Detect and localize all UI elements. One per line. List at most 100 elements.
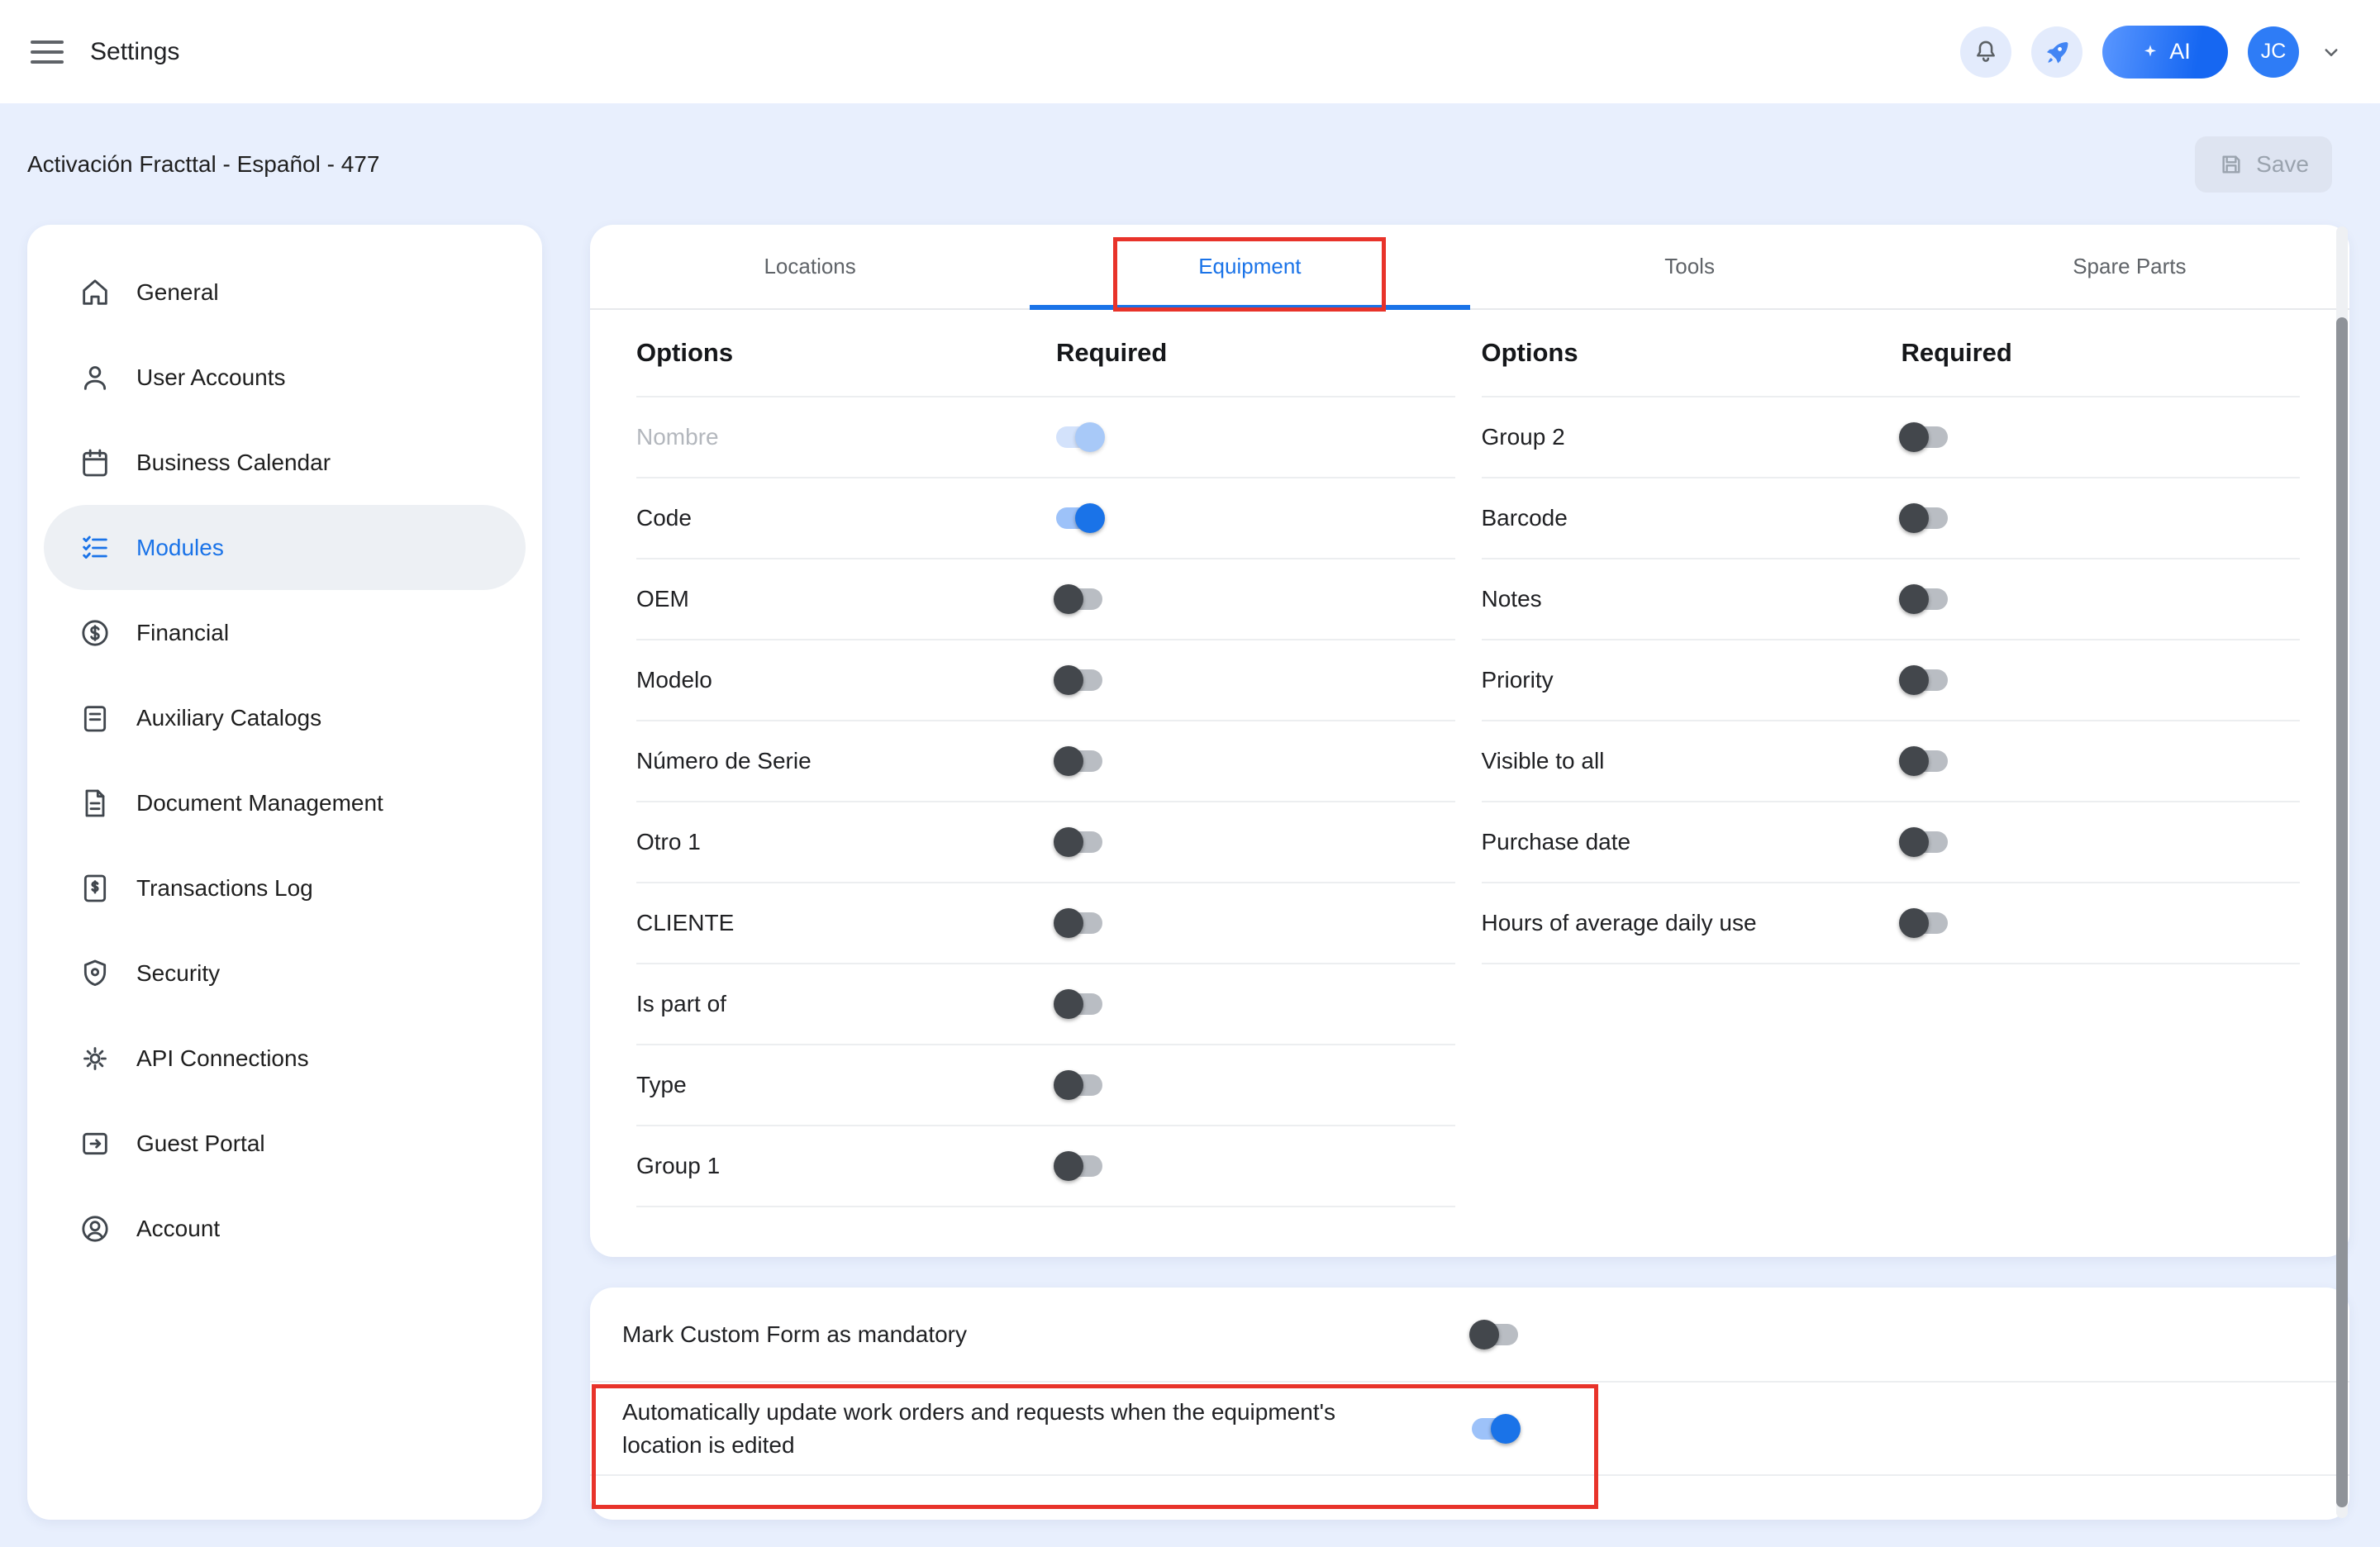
option-row-visible-to-all: Visible to all <box>1482 721 2301 802</box>
ai-button[interactable]: AI <box>2102 26 2228 79</box>
toggle-priority[interactable] <box>1902 669 1948 691</box>
sidebar-item-security[interactable]: Security <box>44 931 526 1016</box>
toggle-group-1[interactable] <box>1056 1155 1102 1177</box>
sidebar-item-auxiliary-catalogs[interactable]: Auxiliary Catalogs <box>44 675 526 760</box>
toggle-nombre[interactable] <box>1056 426 1102 448</box>
toggle-automatically-update-work-orders-and-req[interactable] <box>1472 1418 1518 1440</box>
toggle-code[interactable] <box>1056 507 1102 529</box>
settings-panel: Locations Equipment Tools Spare Parts Optio… <box>590 225 2349 1257</box>
tab-tools[interactable]: Tools <box>1470 225 1910 308</box>
sidebar-item-user-accounts[interactable]: User Accounts <box>44 335 526 420</box>
option-row-oem: OEM <box>636 559 1455 640</box>
toggle-visible-to-all[interactable] <box>1902 750 1948 772</box>
avatar[interactable]: JC <box>2248 26 2299 78</box>
option-rows: NombreCode OEM Modelo Número de Serie Otro 1… <box>636 397 1455 1207</box>
toggle-knob <box>1054 1070 1083 1100</box>
rocket-button[interactable] <box>2031 26 2082 78</box>
toggle-mark-custom-form-as-mandatory[interactable] <box>1472 1324 1518 1345</box>
tab-spare-parts[interactable]: Spare Parts <box>1910 225 2349 308</box>
ai-button-label: AI <box>2169 39 2191 64</box>
catalogs-icon <box>79 702 112 735</box>
option-row-group-2: Group 2 <box>1482 397 2301 478</box>
sidebar-item-label: Transactions Log <box>136 875 313 902</box>
toggle-knob <box>1054 908 1083 938</box>
tab-label: Locations <box>764 254 855 279</box>
toggle-hours-of-average-daily-use[interactable] <box>1902 912 1948 934</box>
toggle-knob <box>1054 989 1083 1019</box>
tab-label: Tools <box>1664 254 1715 279</box>
option-label: CLIENTE <box>636 910 734 936</box>
required-header: Required <box>1056 338 1167 368</box>
option-row-nombre: Nombre <box>636 397 1455 478</box>
toggle-group-2[interactable] <box>1902 426 1948 448</box>
toggle-numero-de-serie[interactable] <box>1056 750 1102 772</box>
option-label: OEM <box>636 586 689 612</box>
options-header: Options <box>636 338 733 368</box>
sidebar-item-transactions-log[interactable]: Transactions Log <box>44 845 526 931</box>
content: General User AccountsBusiness Calendar Mod… <box>0 225 2380 1547</box>
tab-label: Spare Parts <box>2073 254 2186 279</box>
toggle-oem[interactable] <box>1056 588 1102 610</box>
option-row-code: Code <box>636 478 1455 559</box>
footer-row-mark-custom-form-as-mandatory: Mark Custom Form as mandatory <box>590 1288 2349 1383</box>
tab-locations[interactable]: Locations <box>590 225 1030 308</box>
option-row-purchase-date: Purchase date <box>1482 802 2301 883</box>
notifications-button[interactable] <box>1960 26 2011 78</box>
footer-row-label: Mark Custom Form as mandatory <box>622 1318 967 1351</box>
security-icon <box>79 957 112 990</box>
options-column-left: Options Required NombreCode OEM Modelo Número… <box>636 310 1455 1207</box>
sidebar-item-api-connections[interactable]: API Connections <box>44 1016 526 1101</box>
toggle-knob <box>1491 1414 1521 1444</box>
sidebar-item-financial[interactable]: Financial <box>44 590 526 675</box>
option-label: Priority <box>1482 667 1554 693</box>
toggle-notes[interactable] <box>1902 588 1948 610</box>
toggle-cliente[interactable] <box>1056 912 1102 934</box>
menu-button[interactable] <box>31 40 64 64</box>
rocket-icon <box>2043 38 2071 66</box>
options-table: OptionsRequiredNombreCodeOEMModeloNúmero… <box>590 310 2349 1207</box>
sidebar-item-label: Document Management <box>136 790 383 816</box>
toggle-type[interactable] <box>1056 1074 1102 1096</box>
toggle-modelo[interactable] <box>1056 669 1102 691</box>
save-icon <box>2218 151 2244 178</box>
sidebar-item-guest-portal[interactable]: Guest Portal <box>44 1101 526 1186</box>
api-icon <box>79 1042 112 1075</box>
toggle-knob <box>1899 503 1929 533</box>
sidebar-item-document-management[interactable]: Document Management <box>44 760 526 845</box>
column-header: OptionsRequired <box>1482 310 2301 397</box>
options-header: Options <box>1482 338 1578 368</box>
option-row-otro-1: Otro 1 <box>636 802 1455 883</box>
sidebar-item-label: General <box>136 279 219 306</box>
footer-row-automatically-update-work-orders-and-req: Automatically update work orders and req… <box>590 1383 2349 1476</box>
sidebar-item-business-calendar[interactable]: Business Calendar <box>44 420 526 505</box>
scrollbar-thumb[interactable] <box>2336 317 2348 1507</box>
toggle-purchase-date[interactable] <box>1902 831 1948 853</box>
sidebar-item-modules[interactable]: Modules <box>44 505 526 590</box>
option-row-modelo: Modelo <box>636 640 1455 721</box>
sidebar-item-label: Account <box>136 1216 220 1242</box>
toggle-knob <box>1899 665 1929 695</box>
save-button[interactable]: Save <box>2195 136 2332 193</box>
sidebar-item-label: API Connections <box>136 1045 309 1072</box>
option-row-numero-de-serie: Número de Serie <box>636 721 1455 802</box>
sidebar-item-label: Guest Portal <box>136 1130 265 1157</box>
toggle-barcode[interactable] <box>1902 507 1948 529</box>
sidebar-item-label: Modules <box>136 535 224 561</box>
sidebar-item-label: Security <box>136 960 220 987</box>
toggle-knob <box>1899 908 1929 938</box>
option-label: Purchase date <box>1482 829 1631 855</box>
scrollbar[interactable] <box>2336 226 2348 1518</box>
tab-equipment[interactable]: Equipment <box>1030 225 1469 308</box>
tab-label: Equipment <box>1198 254 1301 279</box>
option-label: Visible to all <box>1482 748 1605 774</box>
option-label: Barcode <box>1482 505 1568 531</box>
save-button-label: Save <box>2256 151 2309 178</box>
page-title: Settings <box>90 38 179 66</box>
chevron-down-icon[interactable] <box>2319 40 2344 64</box>
sidebar-item-account[interactable]: Account <box>44 1186 526 1271</box>
toggle-otro-1[interactable] <box>1056 831 1102 853</box>
sidebar-item-label: Financial <box>136 620 229 646</box>
toggle-is-part-of[interactable] <box>1056 993 1102 1015</box>
sidebar-item-general[interactable]: General <box>44 250 526 335</box>
option-label: Número de Serie <box>636 748 812 774</box>
